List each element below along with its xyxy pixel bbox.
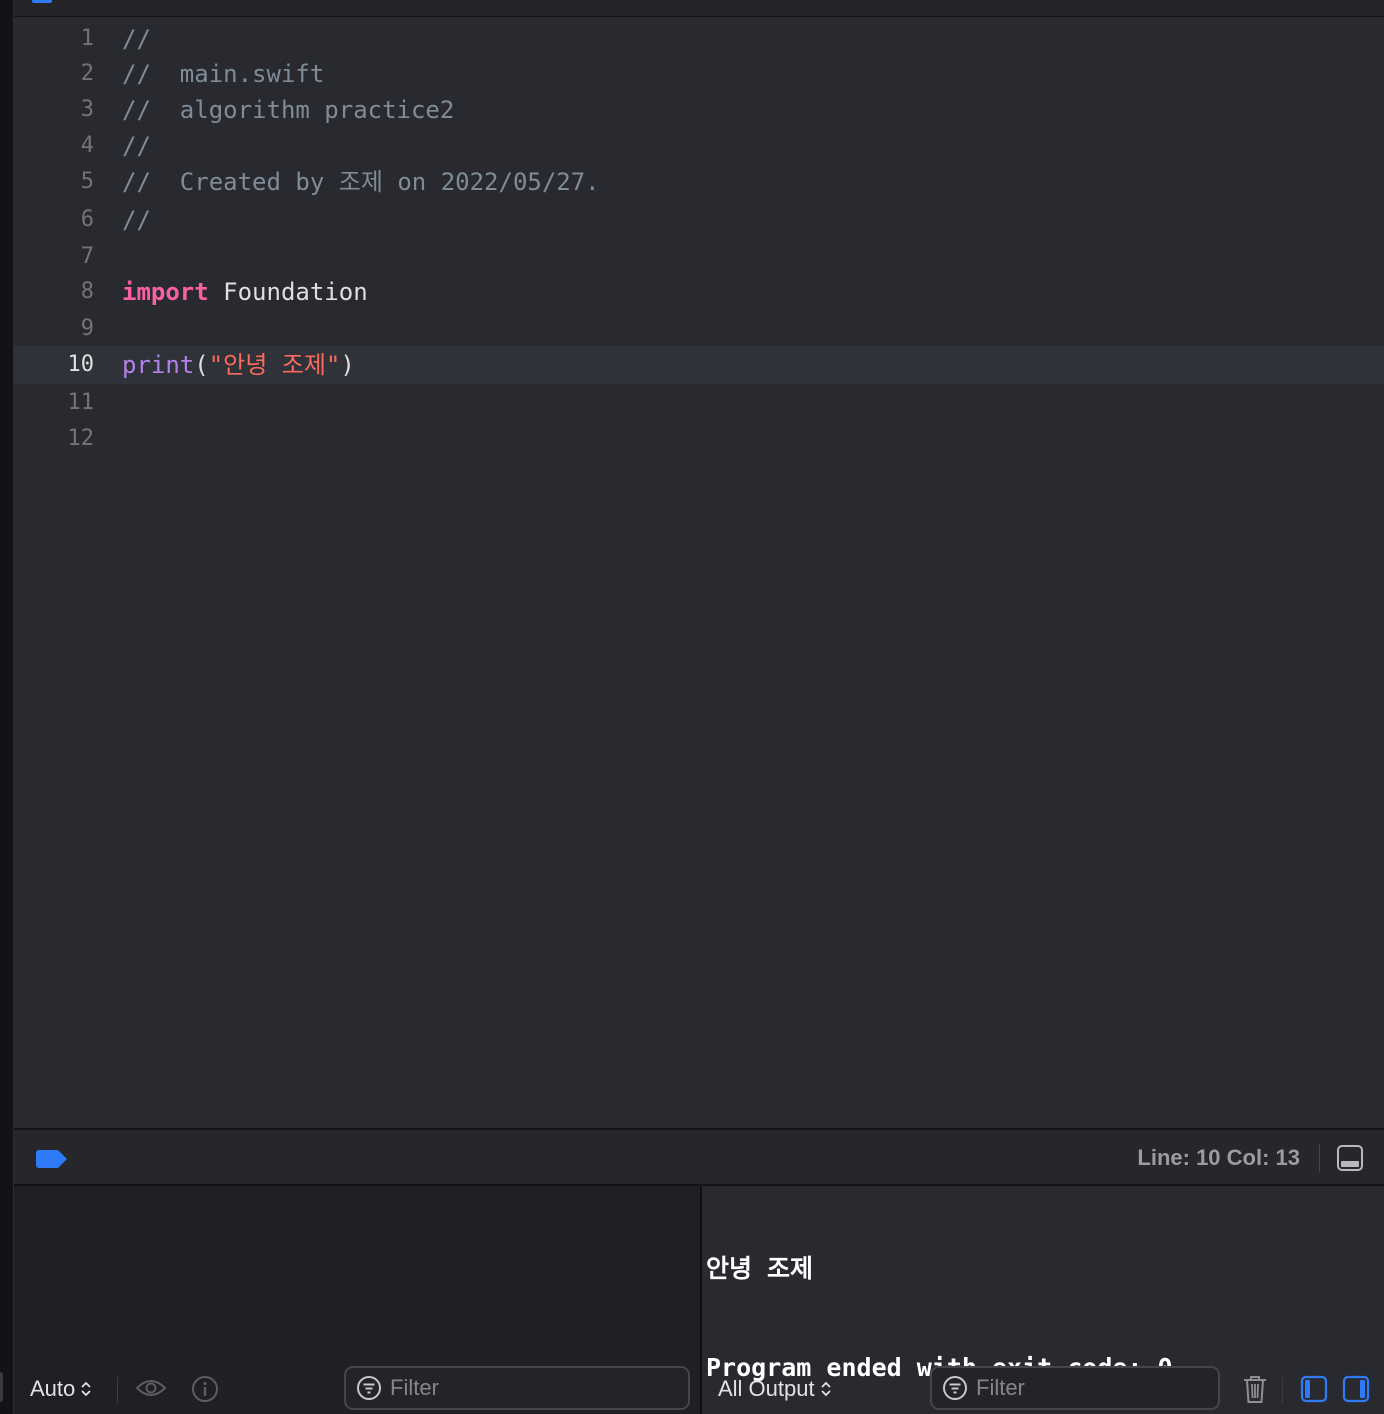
- line-number[interactable]: 5: [14, 163, 94, 201]
- token-comment: // main.swift: [122, 60, 325, 88]
- line-number[interactable]: 3: [14, 91, 94, 129]
- line-number[interactable]: 6: [14, 201, 94, 239]
- token-plain: (: [194, 351, 209, 379]
- token-plain: Foundation: [208, 278, 368, 306]
- cursor-position: Line: 10 Col: 13: [1137, 1145, 1300, 1170]
- code-line[interactable]: 4 //: [14, 127, 1384, 165]
- line-number[interactable]: 12: [14, 420, 95, 458]
- code-text: print("안녕 조제"): [122, 346, 355, 384]
- token-keyword: import: [122, 278, 209, 306]
- line-number[interactable]: 1: [14, 20, 94, 58]
- variables-scope-popup[interactable]: Auto: [30, 1376, 91, 1402]
- current-code-line[interactable]: 10 print("안녕 조제"): [14, 346, 1384, 384]
- console-output-scope-label: All Output: [718, 1376, 815, 1401]
- code-line[interactable]: 9: [14, 310, 1384, 348]
- line-number[interactable]: 10: [14, 346, 95, 384]
- sidebar-left-icon[interactable]: [1300, 1375, 1328, 1403]
- eye-icon[interactable]: [135, 1377, 167, 1399]
- line-number[interactable]: 9: [14, 310, 94, 348]
- navigator-edge: [0, 0, 14, 1414]
- console-line: 안녕 조제: [706, 1254, 814, 1283]
- code-line[interactable]: 2 // main.swift: [14, 55, 1384, 93]
- token-comment: // Created by 조제 on 2022/05/27.: [122, 168, 600, 196]
- filter-icon: [357, 1376, 381, 1400]
- token-comment: //: [122, 206, 151, 234]
- token-comment: // algorithm practice2: [122, 96, 455, 124]
- code-text: // Created by 조제 on 2022/05/27.: [122, 163, 600, 201]
- token-comment: //: [122, 25, 151, 53]
- variables-view: Auto Filter: [14, 1186, 700, 1414]
- console-view[interactable]: 안녕 조제 Program ended with exit code: 0 Al…: [702, 1186, 1384, 1414]
- variables-scope-label: Auto: [30, 1376, 76, 1401]
- token-comment: //: [122, 132, 151, 160]
- divider: [117, 1377, 118, 1403]
- divider: [1282, 1377, 1283, 1403]
- code-line[interactable]: 8 import Foundation: [14, 273, 1384, 311]
- code-text: //: [122, 20, 151, 58]
- line-number[interactable]: 4: [14, 127, 94, 165]
- info-icon[interactable]: [191, 1375, 219, 1403]
- variables-filter-placeholder: Filter: [390, 1375, 439, 1400]
- code-line[interactable]: 7: [14, 238, 1384, 276]
- console-filter-placeholder: Filter: [976, 1375, 1025, 1400]
- console-filter-field[interactable]: Filter: [930, 1366, 1220, 1410]
- code-text: import Foundation: [122, 273, 368, 311]
- breakpoint-icon[interactable]: [36, 1150, 67, 1168]
- panel-bottom-icon[interactable]: [1336, 1144, 1364, 1172]
- console-output-scope-popup[interactable]: All Output: [718, 1376, 831, 1402]
- trash-icon[interactable]: [1242, 1374, 1268, 1404]
- sidebar-right-icon[interactable]: [1342, 1375, 1370, 1403]
- editor-status-bar: Line: 10 Col: 13: [14, 1128, 1384, 1186]
- code-line[interactable]: 6 //: [14, 201, 1384, 239]
- chevron-updown-icon: [820, 1381, 831, 1397]
- filter-icon: [943, 1376, 967, 1400]
- code-editor[interactable]: 1 // 2 // main.swift 3 // algorithm practice2…: [14, 17, 1384, 1128]
- code-line[interactable]: 11: [14, 384, 1384, 422]
- file-icon: [32, 0, 52, 3]
- line-number[interactable]: 2: [14, 55, 94, 93]
- code-text: //: [122, 201, 151, 239]
- code-line[interactable]: 12: [14, 420, 1384, 458]
- variables-filter-field[interactable]: Filter: [344, 1366, 690, 1410]
- code-text: // main.swift: [122, 55, 324, 93]
- code-text: //: [122, 127, 151, 165]
- token-func: print: [122, 351, 195, 379]
- jump-bar: [14, 0, 1384, 17]
- divider: [1319, 1144, 1320, 1172]
- code-line[interactable]: 3 // algorithm practice2: [14, 91, 1384, 129]
- code-line[interactable]: 1 //: [14, 20, 1384, 58]
- token-string: "안녕 조제": [208, 351, 341, 379]
- code-text: // algorithm practice2: [122, 91, 454, 129]
- line-number[interactable]: 7: [14, 238, 94, 276]
- code-line[interactable]: 5 // Created by 조제 on 2022/05/27.: [14, 163, 1384, 201]
- line-number[interactable]: 8: [14, 273, 94, 311]
- line-number[interactable]: 11: [14, 384, 95, 422]
- token-plain: ): [340, 351, 355, 379]
- resize-handle[interactable]: [0, 1372, 3, 1402]
- chevron-updown-icon: [81, 1381, 91, 1397]
